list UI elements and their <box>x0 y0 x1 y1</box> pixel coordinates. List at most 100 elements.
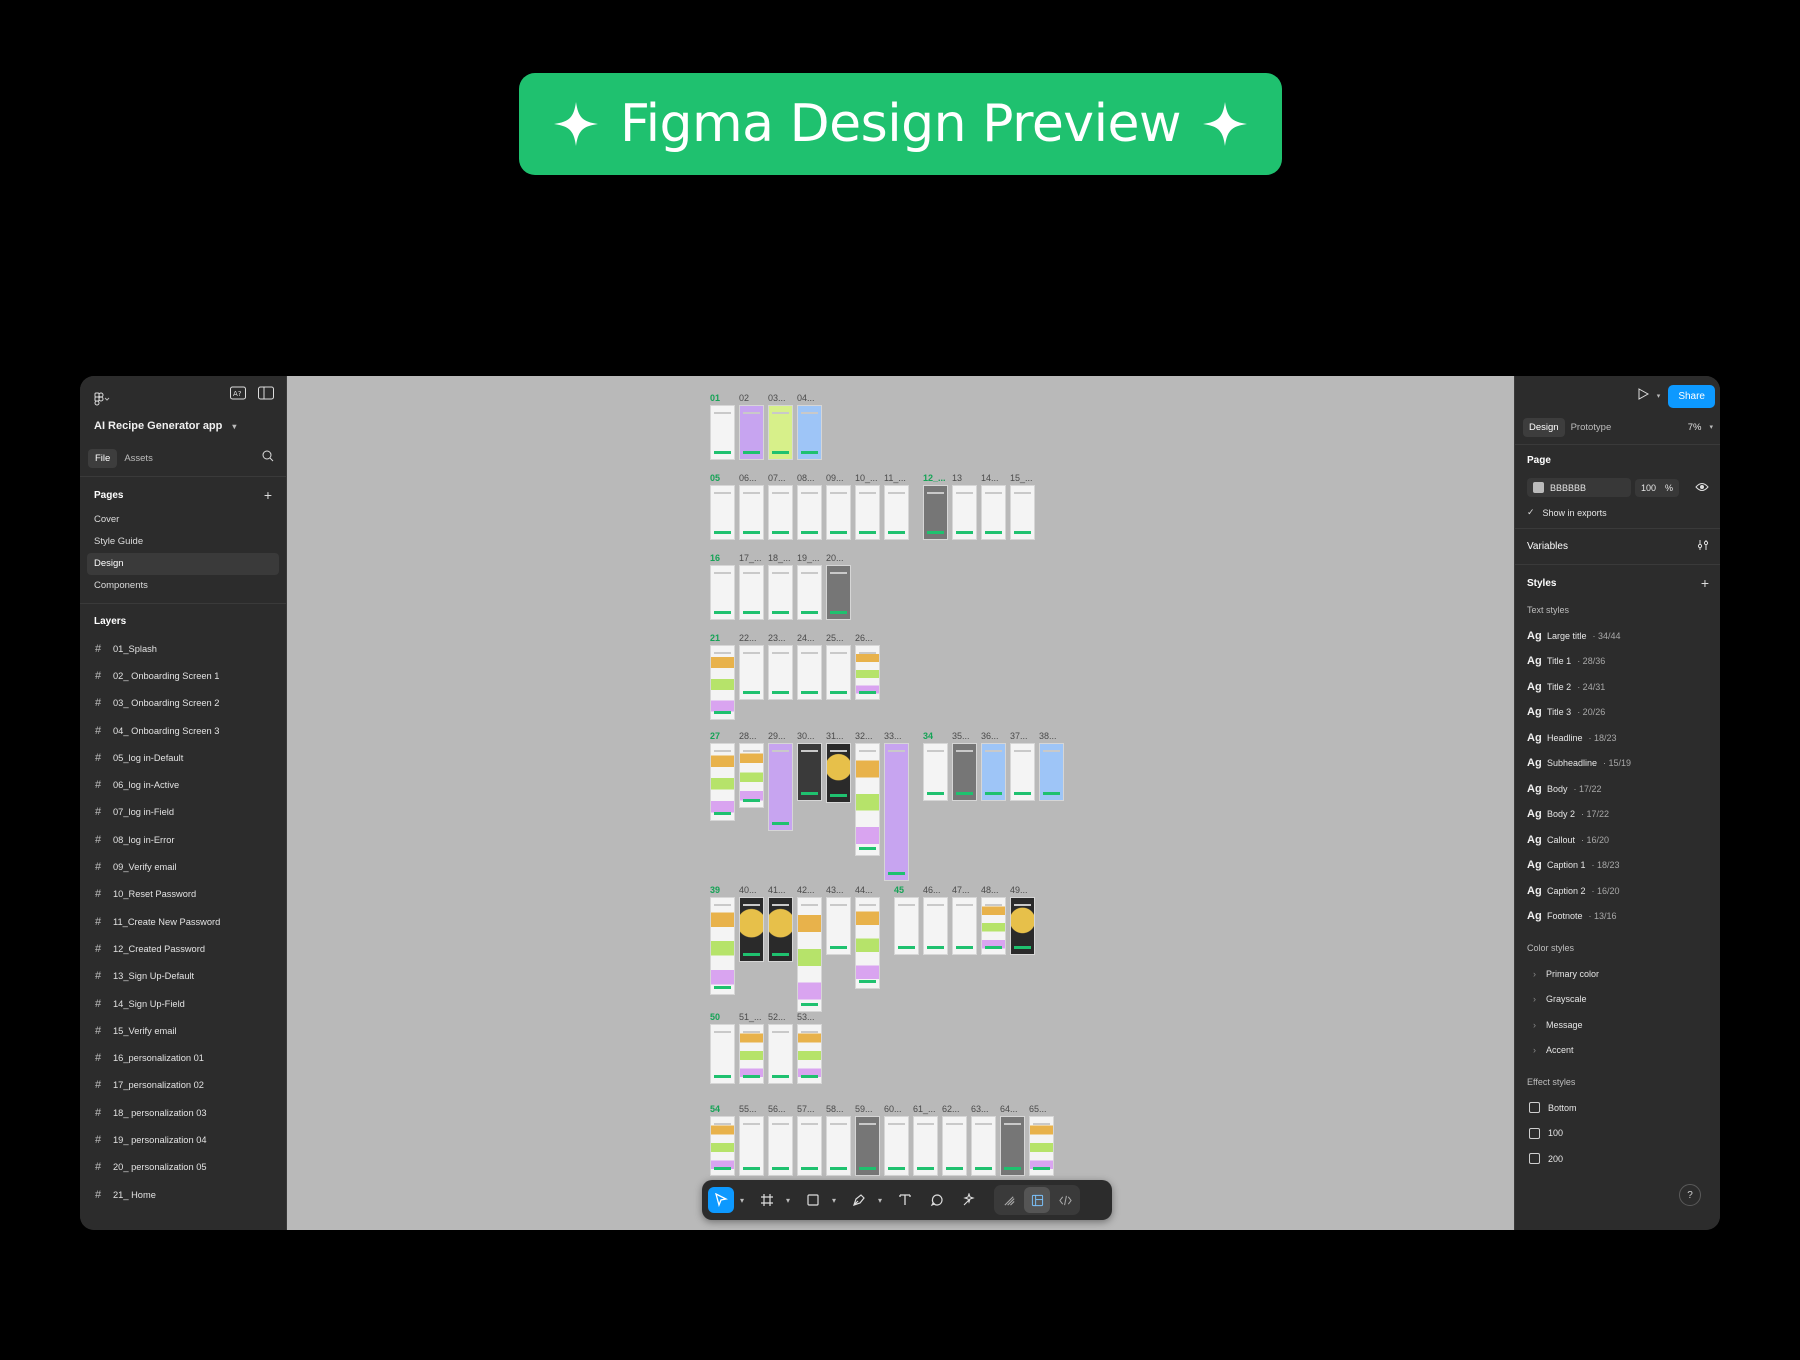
screen-frame[interactable] <box>826 645 851 700</box>
screen-frame[interactable] <box>768 405 793 460</box>
frame-label[interactable]: 17_... <box>739 553 762 563</box>
frame-label[interactable]: 60... <box>884 1104 902 1114</box>
frame-label[interactable]: 01 <box>710 393 720 403</box>
frame-label[interactable]: 03... <box>768 393 786 403</box>
layer-item[interactable]: #08_log in-Error <box>80 826 286 853</box>
screen-frame[interactable] <box>855 485 880 540</box>
screen-frame[interactable] <box>1000 1116 1025 1176</box>
frame-label[interactable]: 43... <box>826 885 844 895</box>
page-components[interactable]: Components <box>87 575 279 597</box>
text-style-item[interactable]: Ag Title 3 · 20/26 <box>1527 700 1709 726</box>
frame-tool-icon[interactable] <box>754 1187 780 1213</box>
page-opacity-field[interactable]: 100 % <box>1635 478 1679 497</box>
frame-label[interactable]: 61_... <box>913 1104 936 1114</box>
dev-mode-icon[interactable] <box>1052 1187 1078 1213</box>
screen-frame[interactable] <box>797 1116 822 1176</box>
page-style-guide[interactable]: Style Guide <box>87 531 279 553</box>
frame-label[interactable]: 16 <box>710 553 720 563</box>
screen-frame[interactable] <box>739 1024 764 1084</box>
screen-frame[interactable] <box>710 1116 735 1176</box>
layer-item[interactable]: #11_Create New Password <box>80 908 286 935</box>
search-icon[interactable] <box>262 449 278 467</box>
screen-frame[interactable] <box>884 1116 909 1176</box>
move-tool-icon[interactable] <box>708 1187 734 1213</box>
frame-label[interactable]: 40... <box>739 885 757 895</box>
screen-frame[interactable] <box>952 743 977 801</box>
effect-style-item[interactable]: Bottom <box>1527 1095 1709 1121</box>
chevron-down-icon[interactable]: ▾ <box>740 1196 748 1205</box>
frame-label[interactable]: 09... <box>826 473 844 483</box>
screen-frame[interactable] <box>923 897 948 955</box>
screen-frame[interactable] <box>894 897 919 955</box>
screen-frame[interactable] <box>739 565 764 620</box>
screen-frame[interactable] <box>923 743 948 801</box>
screen-frame[interactable] <box>1029 1116 1054 1176</box>
layer-item[interactable]: #19_ personalization 04 <box>80 1126 286 1153</box>
play-icon[interactable] <box>1637 387 1649 405</box>
screen-frame[interactable] <box>826 565 851 620</box>
color-style-group[interactable]: › Primary color <box>1527 961 1709 987</box>
tab-prototype[interactable]: Prototype <box>1565 418 1618 437</box>
screen-frame[interactable] <box>710 1024 735 1084</box>
frame-label[interactable]: 14... <box>981 473 999 483</box>
screen-frame[interactable] <box>739 743 764 808</box>
design-mode-icon[interactable] <box>1024 1187 1050 1213</box>
frame-label[interactable]: 25... <box>826 633 844 643</box>
screen-frame[interactable] <box>797 565 822 620</box>
layer-item[interactable]: #13_Sign Up-Default <box>80 963 286 990</box>
effect-style-item[interactable]: 200 <box>1527 1146 1709 1172</box>
frame-label[interactable]: 54 <box>710 1104 720 1114</box>
screen-frame[interactable] <box>739 485 764 540</box>
screen-frame[interactable] <box>710 565 735 620</box>
frame-label[interactable]: 52... <box>768 1012 786 1022</box>
frame-label[interactable]: 32... <box>855 731 873 741</box>
screen-frame[interactable] <box>913 1116 938 1176</box>
layer-item[interactable]: #14_Sign Up-Field <box>80 990 286 1017</box>
screen-frame[interactable] <box>826 1116 851 1176</box>
screen-frame[interactable] <box>710 645 735 720</box>
text-style-item[interactable]: Ag Callout · 16/20 <box>1527 827 1709 853</box>
rectangle-tool-icon[interactable] <box>800 1187 826 1213</box>
page-cover[interactable]: Cover <box>87 509 279 531</box>
comment-tool-icon[interactable] <box>924 1187 950 1213</box>
screen-frame[interactable] <box>739 405 764 460</box>
frame-label[interactable]: 41... <box>768 885 786 895</box>
frame-label[interactable]: 37... <box>1010 731 1028 741</box>
frame-label[interactable]: 04... <box>797 393 815 403</box>
tab-assets[interactable]: Assets <box>117 449 160 468</box>
text-style-item[interactable]: Ag Body · 17/22 <box>1527 776 1709 802</box>
screen-frame[interactable] <box>768 897 793 962</box>
draw-mode-icon[interactable] <box>996 1187 1022 1213</box>
frame-label[interactable]: 39 <box>710 885 720 895</box>
frame-label[interactable]: 51_... <box>739 1012 762 1022</box>
frame-label[interactable]: 23... <box>768 633 786 643</box>
frame-label[interactable]: 27 <box>710 731 720 741</box>
screen-frame[interactable] <box>826 897 851 955</box>
layer-item[interactable]: #05_log in-Default <box>80 744 286 771</box>
screen-frame[interactable] <box>981 897 1006 955</box>
pen-tool-icon[interactable] <box>846 1187 872 1213</box>
page-color-field[interactable]: BBBBBB <box>1527 478 1631 497</box>
layer-item[interactable]: #02_ Onboarding Screen 1 <box>80 662 286 689</box>
layer-item[interactable]: #15_Verify email <box>80 1017 286 1044</box>
font-replace-icon[interactable]: A? <box>230 386 246 400</box>
frame-label[interactable]: 55... <box>739 1104 757 1114</box>
frame-label[interactable]: 33... <box>884 731 902 741</box>
text-style-item[interactable]: Ag Headline · 18/23 <box>1527 725 1709 751</box>
frame-label[interactable]: 48... <box>981 885 999 895</box>
screen-frame[interactable] <box>1010 897 1035 955</box>
screen-frame[interactable] <box>942 1116 967 1176</box>
screen-frame[interactable] <box>952 897 977 955</box>
screen-frame[interactable] <box>797 485 822 540</box>
screen-frame[interactable] <box>826 485 851 540</box>
text-style-item[interactable]: Ag Footnote · 13/16 <box>1527 904 1709 930</box>
text-style-item[interactable]: Ag Body 2 · 17/22 <box>1527 802 1709 828</box>
frame-label[interactable]: 12_... <box>923 473 946 483</box>
frame-label[interactable]: 47... <box>952 885 970 895</box>
tab-design[interactable]: Design <box>1523 417 1565 437</box>
layer-item[interactable]: #21_ Home <box>80 1181 286 1208</box>
color-style-group[interactable]: › Grayscale <box>1527 987 1709 1013</box>
effect-style-item[interactable]: 100 <box>1527 1121 1709 1147</box>
chevron-down-icon[interactable]: ▾ <box>832 1196 840 1205</box>
layer-item[interactable]: #16_personalization 01 <box>80 1044 286 1071</box>
